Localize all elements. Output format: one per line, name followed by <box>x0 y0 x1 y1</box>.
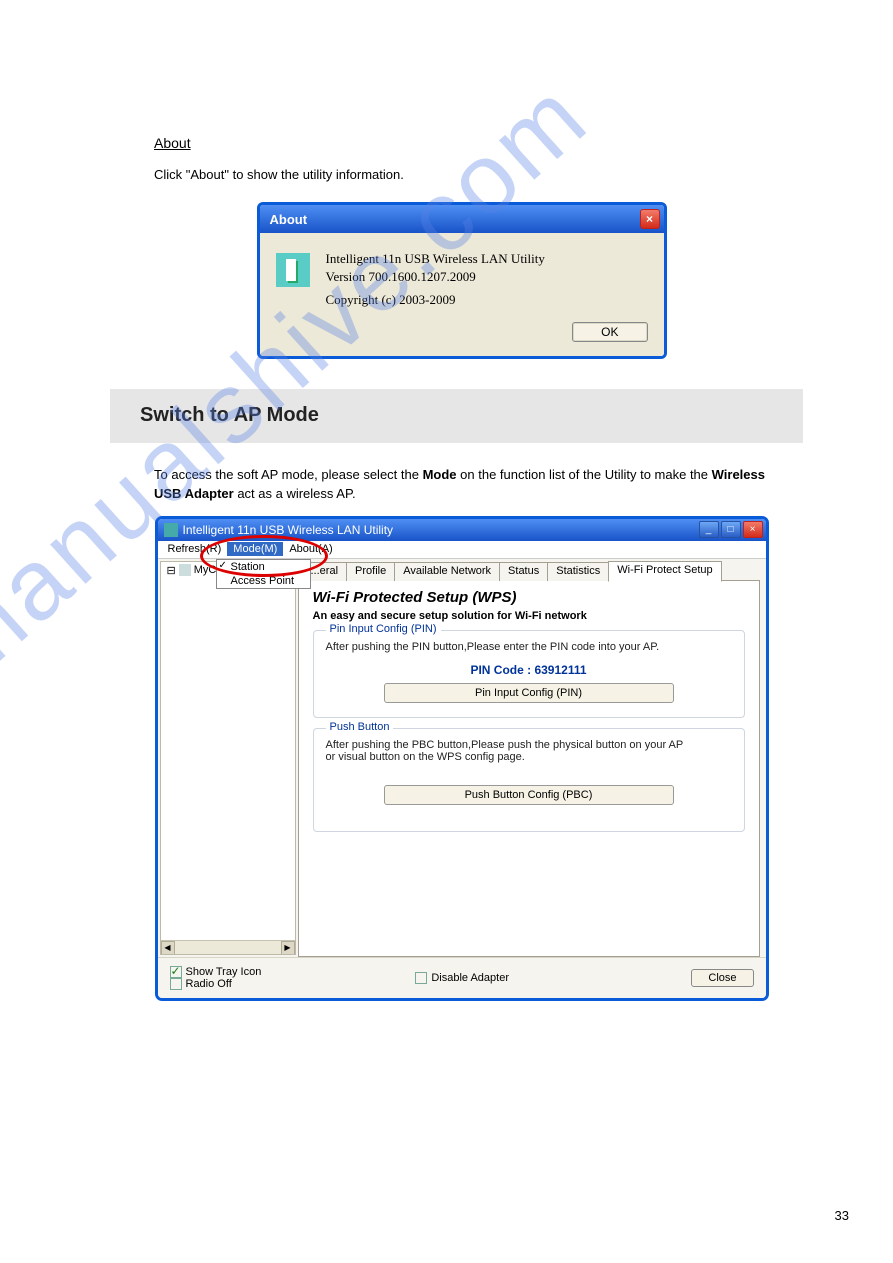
about-body: Intelligent 11n USB Wireless LAN Utility… <box>260 233 664 320</box>
ok-button[interactable]: OK <box>572 322 647 342</box>
about-heading: About <box>154 135 191 151</box>
about-titlebar: About × <box>260 205 664 233</box>
about-dialog: About × Intelligent 11n USB Wireless LAN… <box>257 202 667 359</box>
radio-off-label: Radio Off <box>186 978 232 990</box>
page-number: 33 <box>835 1208 849 1223</box>
minimize-icon[interactable]: _ <box>699 521 719 538</box>
tree-expand-icon[interactable]: ⊟ <box>167 564 176 577</box>
menu-bar: Refresh(R) Mode(M) About(A) Station Acce… <box>158 541 766 559</box>
tab-strip: ...eral Profile Available Network Status… <box>298 561 760 581</box>
wps-heading: Wi-Fi Protected Setup (WPS) <box>313 589 745 606</box>
show-tray-row[interactable]: Show Tray Icon <box>170 966 262 978</box>
utility-window: Intelligent 11n USB Wireless LAN Utility… <box>155 516 769 1001</box>
page-content: About Click "About" to show the utility … <box>0 0 893 1061</box>
intro-paragraph: To access the soft AP mode, please selec… <box>154 465 783 504</box>
about-app-icon <box>276 253 310 287</box>
maximize-icon[interactable]: □ <box>721 521 741 538</box>
about-footer: OK <box>260 320 664 356</box>
pbc-instruction-2: or visual button on the WPS config page. <box>326 751 732 763</box>
dropdown-access-point[interactable]: Access Point <box>217 574 311 588</box>
pbc-legend: Push Button <box>326 721 394 733</box>
about-line1: Intelligent 11n USB Wireless LAN Utility <box>326 251 545 268</box>
pin-config-button[interactable]: Pin Input Config (PIN) <box>384 683 674 703</box>
disable-adapter-checkbox[interactable] <box>415 972 427 984</box>
utility-body: Refresh(R) Mode(M) About(A) Station Acce… <box>158 541 766 998</box>
tab-wps[interactable]: Wi-Fi Protect Setup <box>608 561 721 582</box>
pin-legend: Pin Input Config (PIN) <box>326 623 441 635</box>
about-title: About <box>270 212 308 227</box>
wps-subheading: An easy and secure setup solution for Wi… <box>313 610 745 622</box>
close-window-icon[interactable]: × <box>743 521 763 538</box>
menu-mode[interactable]: Mode(M) <box>227 542 283 556</box>
about-line2: Version 700.1600.1207.2009 <box>326 269 545 286</box>
utility-titlebar: Intelligent 11n USB Wireless LAN Utility… <box>158 519 766 541</box>
tab-status[interactable]: Status <box>499 562 548 581</box>
pbc-fieldset: Push Button After pushing the PBC button… <box>313 728 745 832</box>
close-button[interactable]: Close <box>691 969 753 987</box>
tab-available-network[interactable]: Available Network <box>394 562 500 581</box>
main-panel: ...eral Profile Available Network Status… <box>298 559 766 957</box>
close-icon[interactable]: × <box>640 209 660 229</box>
tab-statistics[interactable]: Statistics <box>547 562 609 581</box>
radio-off-checkbox[interactable] <box>170 978 182 990</box>
scroll-right-icon[interactable]: ▶ <box>281 941 295 955</box>
tree-label: MyC <box>194 564 217 576</box>
section-heading: Switch to AP Mode <box>110 389 803 443</box>
bottom-controls: Show Tray Icon Radio Off Disable Adapter… <box>158 957 766 998</box>
about-description: Click "About" to show the utility inform… <box>154 167 783 182</box>
pin-instruction: After pushing the PIN button,Please ente… <box>326 641 732 653</box>
tab-profile[interactable]: Profile <box>346 562 395 581</box>
disable-adapter-row[interactable]: Disable Adapter <box>415 972 509 984</box>
scroll-left-icon[interactable]: ◀ <box>161 941 175 955</box>
menu-refresh[interactable]: Refresh(R) <box>162 542 228 556</box>
menu-about[interactable]: About(A) <box>283 542 338 556</box>
dropdown-station[interactable]: Station <box>217 560 311 574</box>
intro-pre: To access the soft AP mode, please selec… <box>154 467 423 482</box>
wps-pane: Wi-Fi Protected Setup (WPS) An easy and … <box>298 581 760 957</box>
pin-fieldset: Pin Input Config (PIN) After pushing the… <box>313 630 745 718</box>
content-row: ⊟ MyC ◀ ▶ ...eral Profile Available Netw… <box>158 559 766 957</box>
radio-off-row[interactable]: Radio Off <box>170 978 262 990</box>
pbc-instruction-1: After pushing the PBC button,Please push… <box>326 739 732 751</box>
utility-title: Intelligent 11n USB Wireless LAN Utility <box>183 523 394 537</box>
utility-app-icon <box>164 523 178 537</box>
intro-bold-mode: Mode <box>423 467 457 482</box>
show-tray-checkbox[interactable] <box>170 966 182 978</box>
about-line3: Copyright (c) 2003-2009 <box>326 292 545 309</box>
tree-hscroll[interactable]: ◀ ▶ <box>161 940 295 954</box>
tree-computer-icon <box>179 564 191 576</box>
intro-post: act as a wireless AP. <box>234 486 356 501</box>
about-text-block: Intelligent 11n USB Wireless LAN Utility… <box>326 249 545 310</box>
pin-code-label: PIN Code : 63912111 <box>326 663 732 677</box>
mode-dropdown: Station Access Point <box>216 559 312 589</box>
disable-adapter-label: Disable Adapter <box>431 972 509 984</box>
device-tree[interactable]: ⊟ MyC ◀ ▶ <box>160 561 296 955</box>
window-buttons: _ □ × <box>699 521 763 538</box>
intro-mid: on the function list of the Utility to m… <box>457 467 712 482</box>
pbc-config-button[interactable]: Push Button Config (PBC) <box>384 785 674 805</box>
show-tray-label: Show Tray Icon <box>186 966 262 978</box>
